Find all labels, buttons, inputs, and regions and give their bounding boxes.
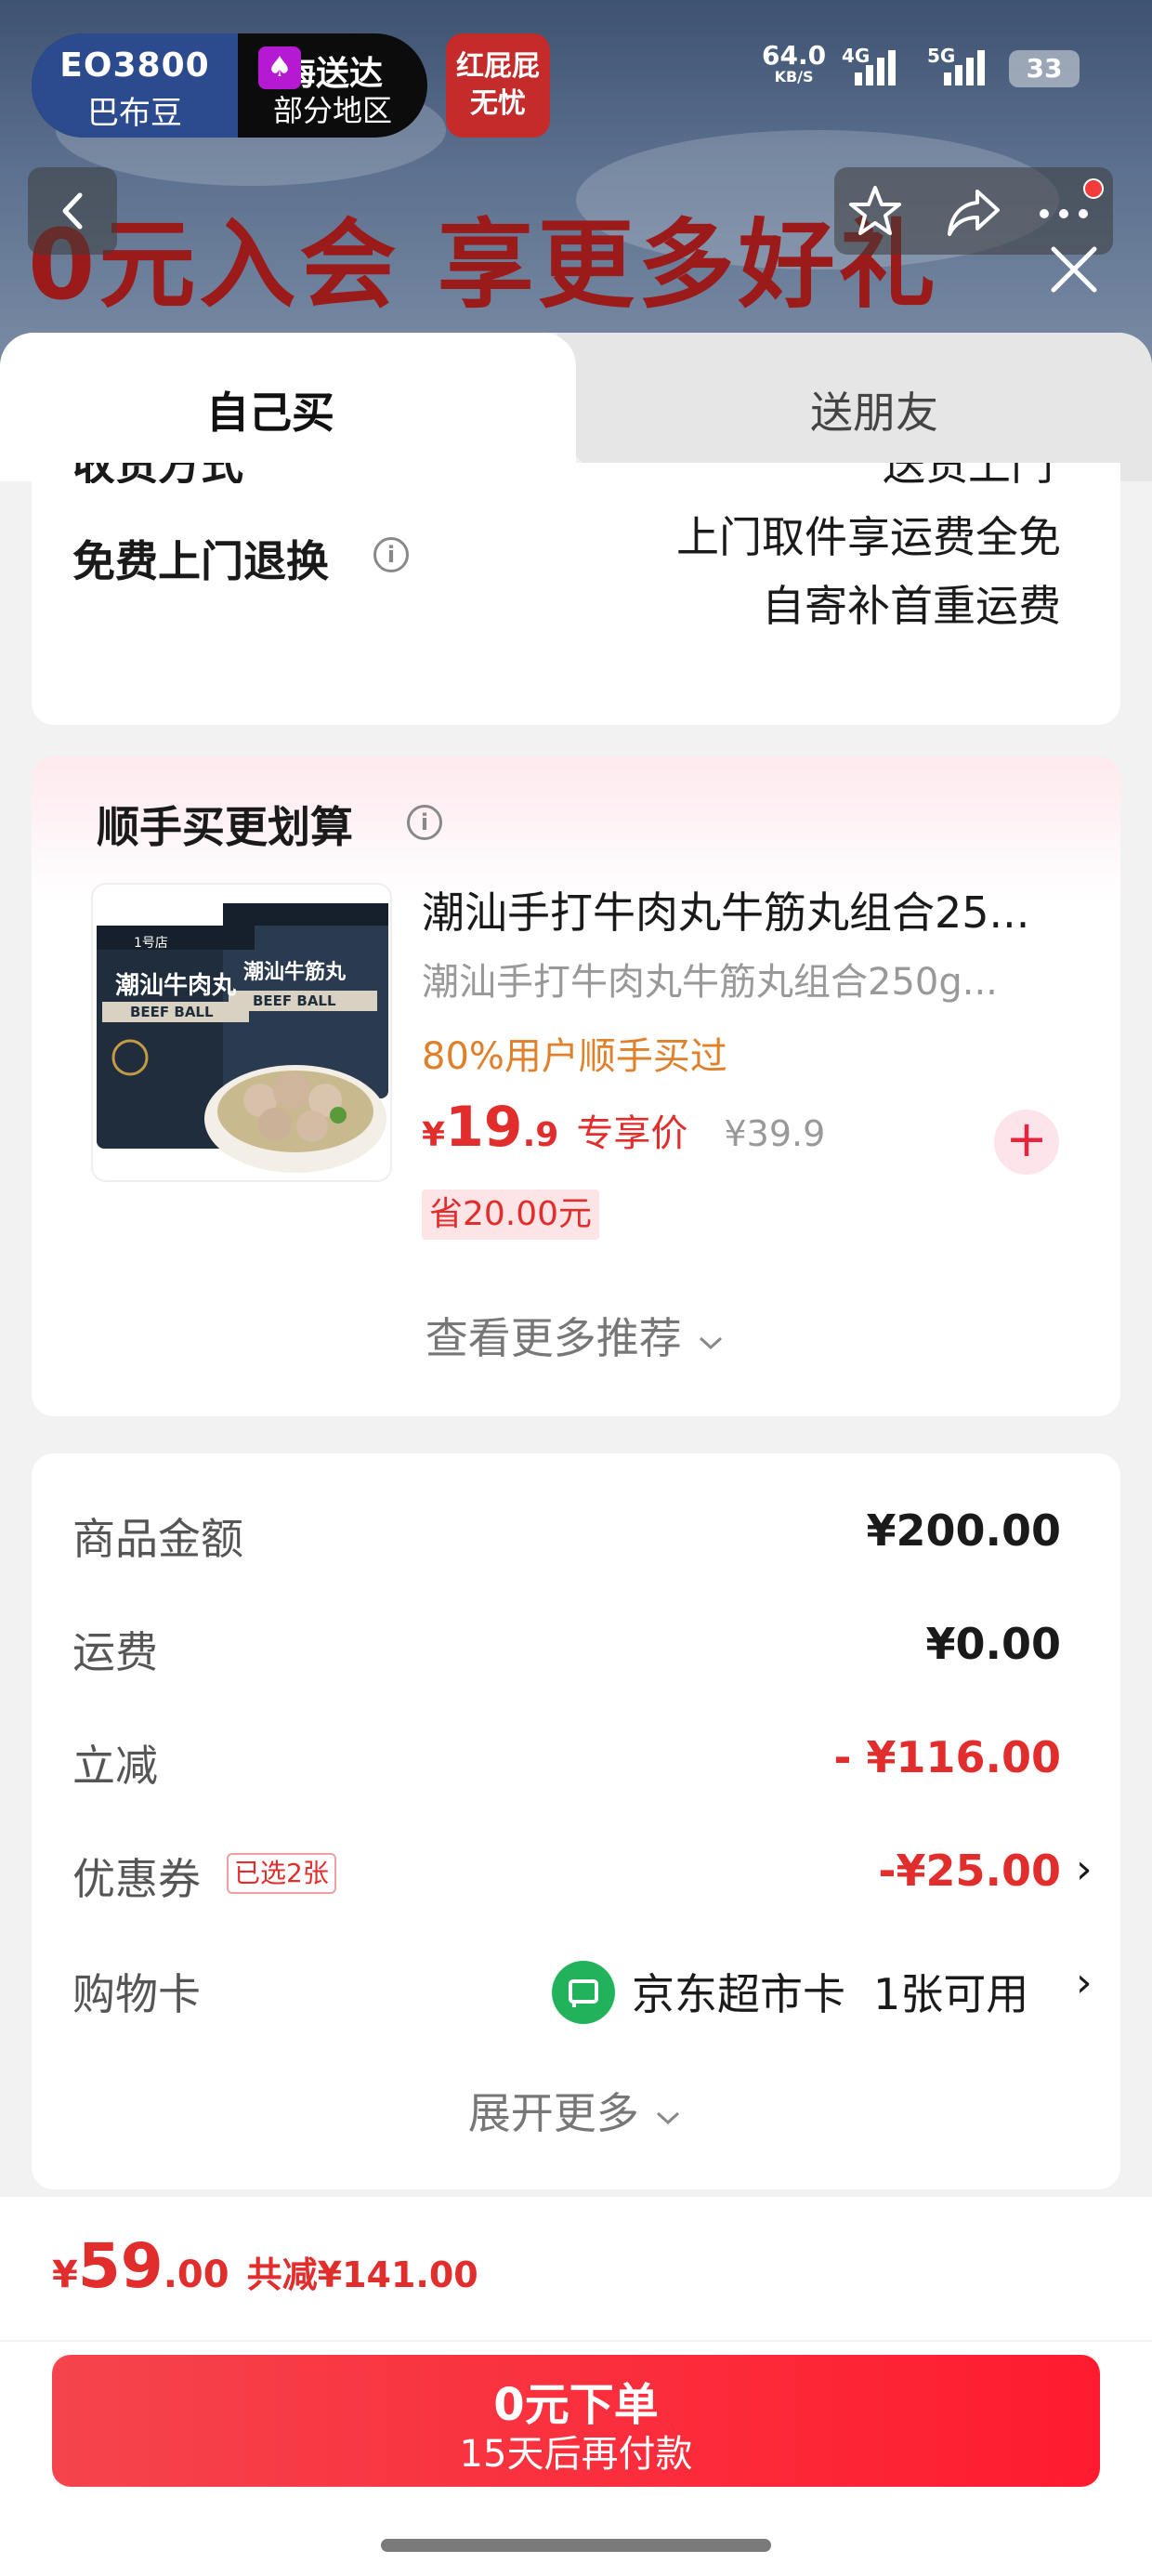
expand-more-label: 展开更多 xyxy=(467,2088,639,2138)
summary-row-label: 立减 xyxy=(72,1741,158,1791)
free-return-label: 免费上门退换 xyxy=(72,536,329,586)
promo-badge: 红屁屁 无忧 xyxy=(446,33,550,138)
recommend-card: 顺手买更划算 i 1号店 潮汕牛肉丸 潮汕牛筋丸 BEEF BALL BEEF … xyxy=(32,756,1120,1416)
star-icon[interactable] xyxy=(845,182,905,240)
image-brand: 1号店 xyxy=(134,936,168,951)
product-price: ¥19.9 专享价 ¥39.9 xyxy=(422,1095,825,1160)
chevron-right-icon[interactable]: › xyxy=(1076,1959,1093,2006)
original-price: ¥39.9 xyxy=(724,1113,826,1154)
signal-bars-icon xyxy=(944,48,985,85)
add-to-cart-button[interactable]: + xyxy=(994,1110,1059,1175)
price-summary-card: 商品金额 ¥200.00 运费 ¥0.00 立减 - ¥116.00 优惠券 已… xyxy=(32,1453,1120,2189)
notification-dot xyxy=(1083,178,1104,199)
delivery-method-value[interactable]: 送货上门 xyxy=(478,463,1054,483)
submit-order-sublabel: 15天后再付款 xyxy=(459,2433,693,2476)
pill-right-line2: 部分地区 xyxy=(272,93,392,128)
more-recommend-link[interactable]: 查看更多推荐 xyxy=(32,1305,1120,1366)
tab-buy-self[interactable]: 自己买 xyxy=(0,333,576,481)
image-en-back: BEEF BALL xyxy=(130,1004,214,1020)
total-integer: 59 xyxy=(77,2230,164,2302)
tab-send-friend-label: 送朋友 xyxy=(810,388,938,438)
product-image[interactable]: 1号店 潮汕牛肉丸 潮汕牛筋丸 BEEF BALL BEEF BALL xyxy=(91,883,392,1182)
expand-more-link[interactable]: 展开更多 xyxy=(32,2080,1120,2141)
coupon-value[interactable]: -¥25.00 xyxy=(496,1846,1061,1896)
summary-row-label: 优惠券 xyxy=(72,1854,201,1904)
gift-card-icon xyxy=(552,1961,615,2024)
summary-instant-discount: - ¥116.00 xyxy=(833,1732,1061,1782)
clipped-row: 收货方式 送货上门 xyxy=(32,463,1120,483)
pill-left-line1: EO3800 xyxy=(59,46,210,85)
total-symbol: ¥ xyxy=(52,2254,78,2296)
free-return-line2: 自寄补首重运费 xyxy=(762,581,1061,631)
beef-ball-package-image xyxy=(97,903,388,1173)
share-icon[interactable] xyxy=(944,182,1003,240)
social-proof: 80%用户顺手买过 xyxy=(422,1035,727,1078)
shopping-card-available[interactable]: 1张可用 xyxy=(873,1961,1028,2022)
total-saved: 共减¥141.00 xyxy=(246,2254,478,2295)
back-button[interactable] xyxy=(28,167,117,255)
checkout-bar: ¥59.00 共减¥141.00 0元下单 15天后再付款 xyxy=(0,2197,1152,2576)
purchase-tabs: 送朋友 自己买 xyxy=(0,333,1152,481)
shopping-card-name[interactable]: 京东超市卡 xyxy=(632,1961,845,2022)
free-return-line1: 上门取件享运费全免 xyxy=(676,512,1061,562)
chevron-right-icon[interactable]: › xyxy=(1076,1846,1093,1893)
product-title[interactable]: 潮汕手打牛肉丸牛筋丸组合25... xyxy=(422,879,1029,940)
tab-send-friend[interactable]: 送朋友 xyxy=(557,333,1152,481)
more-recommend-label: 查看更多推荐 xyxy=(425,1313,682,1363)
battery-indicator: 33 xyxy=(1009,50,1080,87)
signal-bars-icon xyxy=(855,48,896,85)
image-title-front: 潮汕牛筋丸 xyxy=(243,961,347,984)
close-icon[interactable] xyxy=(1044,240,1104,299)
recommend-title: 顺手买更划算 xyxy=(97,802,353,852)
image-title-back: 潮汕牛肉丸 xyxy=(115,972,237,1000)
home-indicator[interactable] xyxy=(381,2539,771,2552)
promo-badge-text: 红屁屁 无忧 xyxy=(456,50,540,120)
summary-row-label: 商品金额 xyxy=(72,1514,243,1564)
price-integer: 19 xyxy=(445,1095,523,1160)
submit-order-button[interactable]: 0元下单 15天后再付款 xyxy=(52,2355,1100,2487)
total-decimal: .00 xyxy=(163,2254,229,2296)
summary-shipping: ¥0.00 xyxy=(925,1619,1061,1669)
network-rate-value: 64.0 xyxy=(762,40,827,71)
product-subtitle: 潮汕手打牛肉丸牛筋丸组合250g... xyxy=(422,961,998,1004)
pill-left-line2: 巴布豆 xyxy=(87,95,182,132)
save-badge: 省20.00元 xyxy=(422,1189,600,1240)
chevron-left-icon xyxy=(62,192,83,230)
price-tag: 专享价 xyxy=(576,1112,688,1155)
network-rate-unit: KB/S xyxy=(774,68,814,85)
divider xyxy=(0,2340,1152,2342)
status-bar: EO3800 巴布豆 海送达 部分地区 ♠ 红屁屁 无忧 64.0 KB/S 4… xyxy=(0,0,1152,138)
info-icon[interactable]: i xyxy=(373,537,409,572)
chevron-down-icon xyxy=(700,1336,723,1350)
info-icon[interactable]: i xyxy=(407,805,442,840)
price-symbol: ¥ xyxy=(422,1116,446,1154)
delivery-method-label: 收货方式 xyxy=(72,463,243,483)
total-price: ¥59.00 共减¥141.00 xyxy=(52,2230,478,2302)
image-en-front: BEEF BALL xyxy=(253,992,336,1009)
network-rate: 64.0 KB/S xyxy=(762,43,826,85)
chevron-down-icon xyxy=(657,2111,680,2125)
tab-buy-self-label: 自己买 xyxy=(206,388,334,438)
price-decimal: .9 xyxy=(522,1116,559,1154)
delivery-card: 收货方式 送货上门 免费上门退换 i 上门取件享运费全免 自寄补首重运费 xyxy=(32,463,1120,725)
summary-goods-amount: ¥200.00 xyxy=(866,1505,1061,1556)
coupon-selected-tag: 已选2张 xyxy=(227,1853,336,1894)
summary-row-label: 运费 xyxy=(72,1627,158,1677)
hero-banner-text: 0元入会 享更多好礼 xyxy=(28,208,939,322)
bell-icon: ♠ xyxy=(258,46,301,89)
summary-row-label: 购物卡 xyxy=(72,1969,201,2019)
live-activity-pill[interactable]: EO3800 巴布豆 海送达 部分地区 xyxy=(32,33,427,138)
pill-left: EO3800 巴布豆 xyxy=(32,33,238,138)
